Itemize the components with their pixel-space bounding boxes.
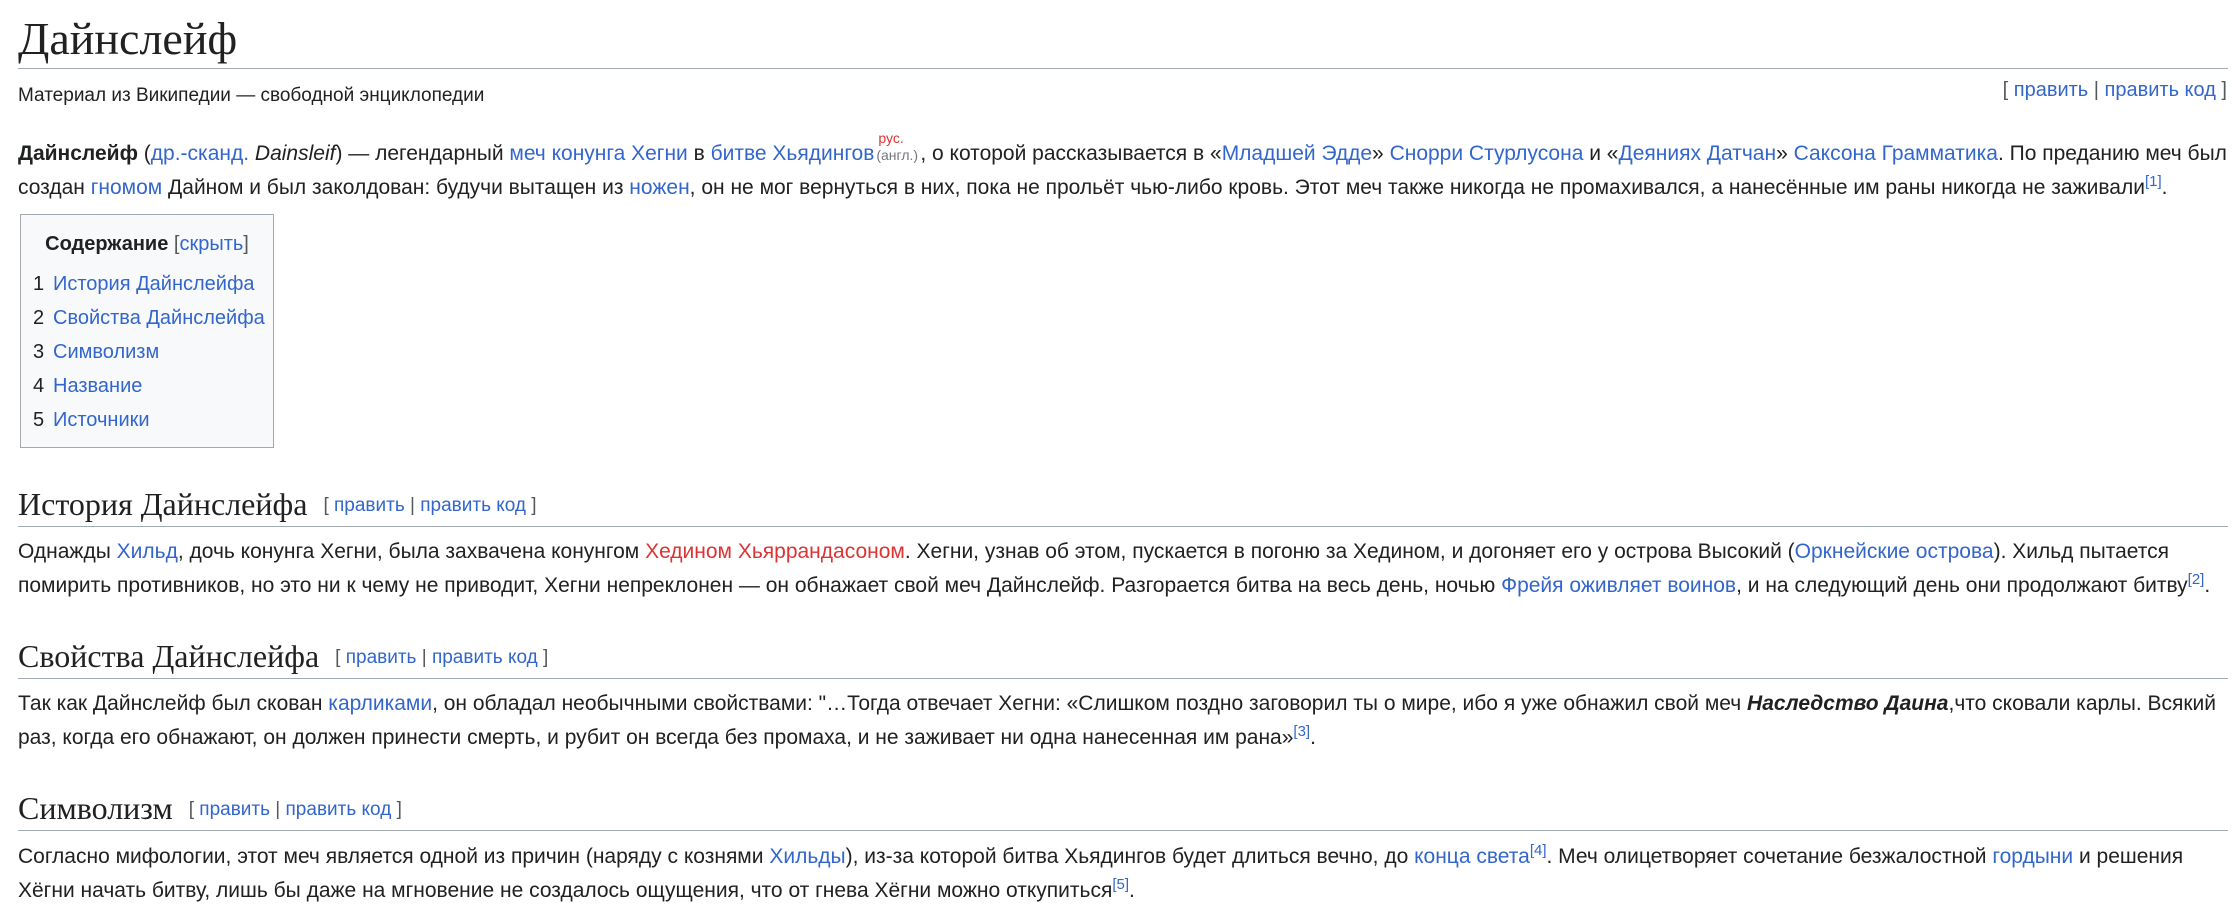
body-text: , он обладал необычными свойствами: "…То…	[432, 692, 1748, 715]
history-paragraph: Однажды Хильд, дочь конунга Хегни, была …	[18, 535, 2228, 603]
intro-text: ) — легендарный	[335, 142, 510, 165]
intro-text: »	[1372, 142, 1390, 165]
toc-list: 1 История Дайнслейфа 2 Свойства Дайнслейфа…	[33, 267, 273, 437]
intro-text: , о которой рассказывается в «	[920, 142, 1222, 165]
section-divider	[18, 526, 2228, 527]
lang-link[interactable]: др.-сканд.	[151, 142, 249, 165]
page-tagline: Материал из Википедии — свободной энцикл…	[18, 85, 485, 106]
table-of-contents: Содержание [скрыть] 1 История Дайнслейфа …	[20, 214, 274, 448]
intro-text: .	[2161, 176, 2168, 199]
body-text: Согласно мифологии, этот меч является од…	[18, 845, 770, 868]
rus-tag-link[interactable]: рус.	[878, 130, 903, 146]
toc-header: Содержание [скрыть]	[45, 233, 249, 255]
body-text: , и на следующий день они продолжают бит…	[1736, 574, 2188, 597]
body-text: , дочь конунга Хегни, была захвачена кон…	[177, 540, 646, 563]
toc-item[interactable]: 3 Символизм	[33, 335, 273, 369]
sword-link[interactable]: меч конунга Хегни	[509, 142, 687, 165]
intro-paragraph: Дайнслейф (др.-сканд. Dainsleif) — леген…	[18, 130, 2228, 205]
section-divider	[18, 678, 2228, 679]
intro-text: Дайном и был заколдован: будучи вытащен …	[162, 176, 630, 199]
toc-item-number: 5	[33, 409, 45, 431]
ref-1-link[interactable]: [1]	[2145, 173, 2162, 190]
toc-item[interactable]: 1 История Дайнслейфа	[33, 267, 273, 301]
ref-4-link[interactable]: [4]	[1530, 842, 1547, 859]
ref-5-link[interactable]: [5]	[1112, 876, 1129, 893]
edit-link[interactable]: править	[2014, 79, 2088, 101]
edda-link[interactable]: Младшей Эдде	[1222, 142, 1372, 165]
toc-item-link[interactable]: Свойства Дайнслейфа	[53, 307, 265, 329]
body-text: .	[2204, 574, 2211, 597]
edit-code-link[interactable]: править код	[432, 647, 538, 668]
section-title: История Дайнслейфа	[18, 486, 308, 522]
article-page: Дайнслейф Материал из Википедии — свобод…	[0, 0, 2233, 917]
body-text: Так как Дайнслейф был скован	[18, 692, 329, 715]
orkney-link[interactable]: Оркнейские острова	[1795, 540, 1994, 563]
intro-text: , он не мог вернуться в них, пока не про…	[689, 176, 2145, 199]
eng-tag-link[interactable]: (англ.)	[876, 147, 918, 163]
page-title: Дайнслейф	[18, 13, 238, 64]
snorri-link[interactable]: Снорри Стурлусона	[1390, 142, 1584, 165]
toc-item-number: 4	[33, 375, 45, 397]
section-edit-links: [ править | править код ]	[188, 799, 402, 820]
ref-3-link[interactable]: [3]	[1293, 723, 1310, 740]
end-of-world-link[interactable]: конца света	[1414, 845, 1530, 868]
pride-link[interactable]: гордыни	[1992, 845, 2073, 868]
body-text: . Хегни, узнав об этом, пускается в пого…	[904, 540, 1795, 563]
intro-text: в	[687, 142, 711, 165]
section-edit-links: [ править | править код ]	[323, 495, 537, 516]
freya-link[interactable]: Фрейя оживляет воинов	[1501, 574, 1736, 597]
toc-item-link[interactable]: История Дайнслейфа	[53, 273, 255, 295]
body-text: . Меч олицетворяет сочетание безжалостно…	[1546, 845, 1993, 868]
body-text: .	[1310, 726, 1316, 749]
symbolism-paragraph: Согласно мифологии, этот меч является од…	[18, 840, 2228, 908]
toc-item[interactable]: 4 Название	[33, 369, 273, 403]
edit-code-link[interactable]: править код	[420, 495, 526, 516]
edit-link[interactable]: править	[334, 495, 405, 516]
toc-toggle-link[interactable]: скрыть	[179, 233, 243, 255]
properties-paragraph: Так как Дайнслейф был скован карликами, …	[18, 687, 2228, 755]
section-title: Символизм	[18, 790, 173, 826]
hild-link[interactable]: Хильд	[117, 540, 178, 563]
section-heading-symbolism: Символизм [ править | править код ]	[18, 786, 2228, 832]
section-edit-links: [ править | править код ]	[335, 647, 549, 668]
body-text: Однажды	[18, 540, 117, 563]
title-divider	[18, 68, 2228, 69]
battle-link[interactable]: битве Хьядингов	[711, 142, 875, 165]
toc-item[interactable]: 2 Свойства Дайнслейфа	[33, 301, 273, 335]
intro-text: »	[1776, 142, 1794, 165]
gnome-link[interactable]: гномом	[91, 176, 163, 199]
edit-link[interactable]: править	[346, 647, 417, 668]
edit-code-link[interactable]: править код	[2105, 79, 2216, 101]
interwiki-tags: рус. (англ.)	[874, 130, 920, 166]
section-title: Свойства Дайнслейфа	[18, 638, 320, 674]
toc-item-link[interactable]: Источники	[53, 409, 150, 431]
section-divider	[18, 830, 2228, 831]
edit-link[interactable]: править	[199, 799, 270, 820]
toc-title: Содержание	[45, 233, 169, 255]
toc-item-number: 1	[33, 273, 45, 295]
emphasis-text: Наследство Даина	[1747, 692, 1949, 715]
toc-item[interactable]: 5 Источники	[33, 403, 273, 437]
ref-2-link[interactable]: [2]	[2188, 571, 2205, 588]
toc-item-number: 2	[33, 307, 45, 329]
hildy-link[interactable]: Хильды	[769, 845, 845, 868]
hedin-link[interactable]: Хедином Хьяррандасоном	[645, 540, 905, 563]
toc-item-link[interactable]: Символизм	[53, 341, 159, 363]
native-name: Dainsleif	[254, 142, 336, 165]
saxo-link[interactable]: Саксона Грамматика	[1794, 142, 1998, 165]
intro-term: Дайнслейф	[18, 142, 138, 165]
toc-item-number: 3	[33, 341, 45, 363]
toc-item-link[interactable]: Название	[53, 375, 142, 397]
section-heading-properties: Свойства Дайнслейфа [ править | править к…	[18, 634, 2228, 680]
intro-text: (	[137, 142, 151, 165]
dwarves-link[interactable]: карликами	[328, 692, 432, 715]
edit-code-link[interactable]: править код	[286, 799, 392, 820]
body-text: .	[1129, 879, 1135, 902]
page-edit-links: [ править | править код ]	[2002, 79, 2227, 101]
deeds-link[interactable]: Деяниях Датчан	[1618, 142, 1776, 165]
section-heading-history: История Дайнслейфа [ править | править ко…	[18, 482, 2228, 528]
intro-text: и «	[1583, 142, 1619, 165]
body-text: ), из-за которой битва Хьядингов будет д…	[845, 845, 1415, 868]
sheath-link[interactable]: ножен	[629, 176, 689, 199]
